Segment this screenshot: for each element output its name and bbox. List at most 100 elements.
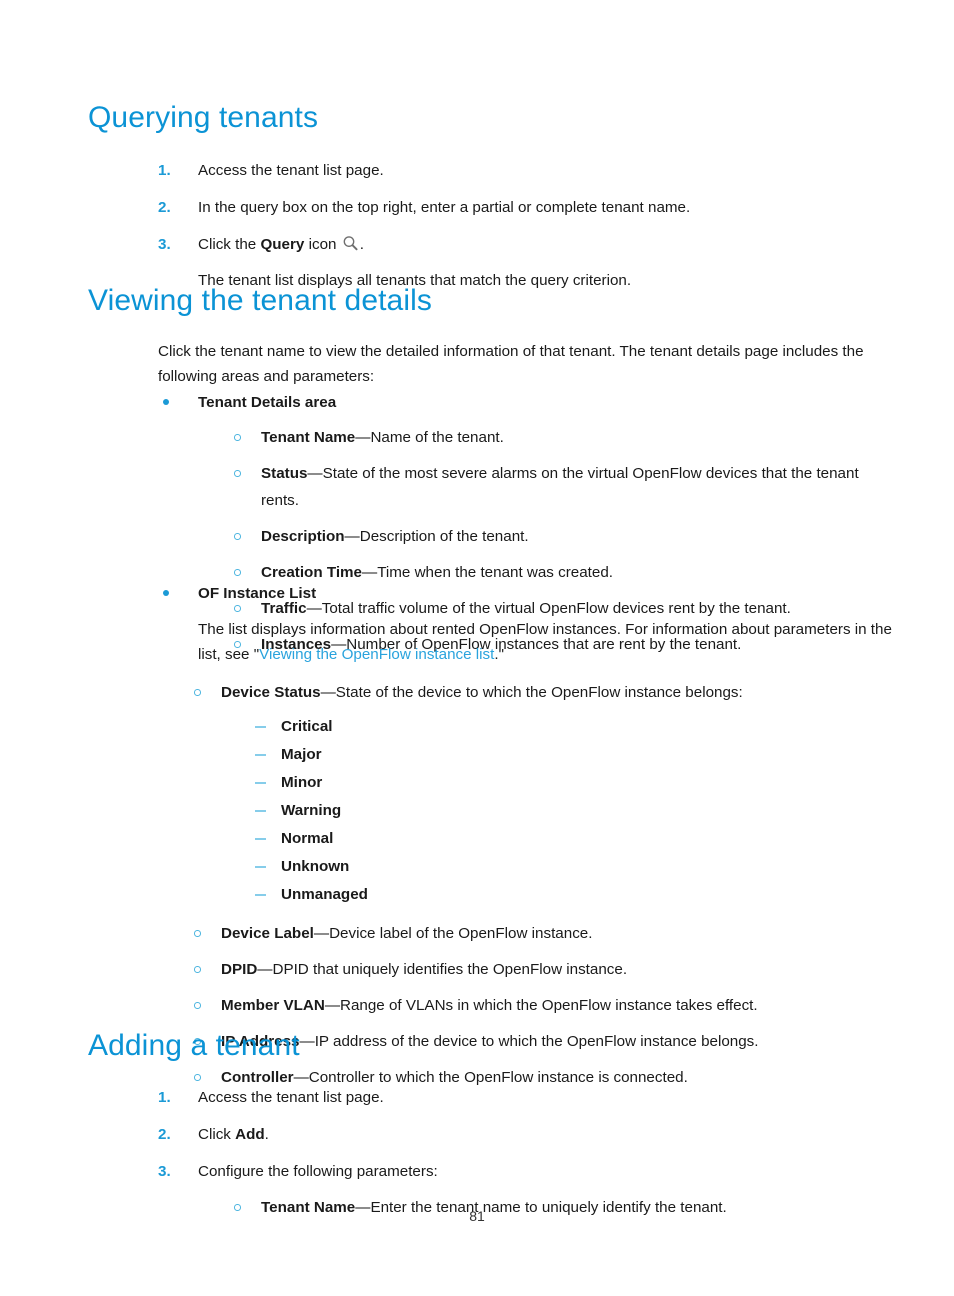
list-item: Major xyxy=(242,741,898,768)
list-item: OF Instance List xyxy=(158,580,898,607)
param-desc: Device label of the OpenFlow instance. xyxy=(329,925,593,942)
circle-bullet-icon xyxy=(194,1074,201,1081)
param-desc: Time when the tenant was created. xyxy=(377,564,614,581)
param-desc: State of the most severe alarms on the v… xyxy=(261,465,859,509)
param-dash: — xyxy=(307,465,323,482)
status-value: Minor xyxy=(281,774,323,791)
query-button-label: Query xyxy=(260,236,305,253)
param-dash: — xyxy=(362,564,378,581)
param-desc: DPID that uniquely identifies the OpenFl… xyxy=(272,961,628,978)
param-term: Device Status xyxy=(221,684,321,701)
circle-bullet-icon xyxy=(194,966,201,973)
param-term: Tenant Name xyxy=(261,429,356,446)
add-button-label: Add xyxy=(235,1126,265,1143)
circle-bullet-icon xyxy=(194,930,201,937)
step-tail-text: . xyxy=(264,1126,269,1143)
heading-viewing-tenant-details: Viewing the tenant details xyxy=(88,284,432,317)
list-marker: 3. xyxy=(158,1163,171,1180)
param-dash: — xyxy=(320,684,336,701)
of-instance-list-intro: The list displays information about rent… xyxy=(198,617,904,667)
list-item: Critical xyxy=(242,713,898,740)
param-term: Member VLAN xyxy=(221,997,325,1014)
list-item: 1. Access the tenant list page. xyxy=(158,157,898,184)
list-item-text: Access the tenant list page. xyxy=(198,162,384,179)
param-dash: — xyxy=(355,429,371,446)
bullet-icon xyxy=(163,590,169,596)
search-icon xyxy=(342,234,359,251)
step-tail-text: . xyxy=(359,236,364,253)
list-item-text: In the query box on the top right, enter… xyxy=(198,199,691,216)
list-marker: 3. xyxy=(158,236,171,253)
link-viewing-openflow-instance-list[interactable]: Viewing the OpenFlow instance list xyxy=(259,646,494,663)
list-item: 1. Access the tenant list page. xyxy=(158,1084,898,1111)
list-item: Unknown xyxy=(242,853,898,880)
dash-bullet-icon xyxy=(255,782,266,784)
status-value: Critical xyxy=(281,718,333,735)
list-item-text: Configure the following parameters: xyxy=(198,1163,438,1180)
list-item-text: Access the tenant list page. xyxy=(198,1089,384,1106)
param-dash: — xyxy=(299,1033,315,1050)
param-dash: — xyxy=(324,997,340,1014)
list-item: Warning xyxy=(242,797,898,824)
circle-bullet-icon xyxy=(234,569,241,576)
of-instance-remaining-params: Device Label—Device label of the OpenFlo… xyxy=(180,920,898,1091)
heading-querying-tenants: Querying tenants xyxy=(88,101,319,134)
querying-tenants-steps: 1. Access the tenant list page. 2. In th… xyxy=(158,157,898,294)
list-marker: 2. xyxy=(158,1126,171,1143)
list-marker: 1. xyxy=(158,162,171,179)
status-value: Normal xyxy=(281,830,334,847)
list-item: DPID—DPID that uniquely identifies the O… xyxy=(180,956,898,983)
list-item: Status—State of the most severe alarms o… xyxy=(220,460,898,514)
page-number: 81 xyxy=(469,1208,485,1224)
viewing-tenant-details-intro: Click the tenant name to view the detail… xyxy=(158,343,864,385)
param-term: Creation Time xyxy=(261,564,362,581)
list-item: Normal xyxy=(242,825,898,852)
intro-after-text: ." xyxy=(494,646,504,663)
param-term: Description xyxy=(261,528,345,545)
param-dash: — xyxy=(257,961,273,978)
step-suffix-text: icon xyxy=(304,236,341,253)
circle-bullet-icon xyxy=(234,533,241,540)
of-instance-list-group: OF Instance List The list displays infor… xyxy=(158,580,898,1100)
param-term: DPID xyxy=(221,961,258,978)
document-page: Querying tenants 1. Access the tenant li… xyxy=(0,0,954,1296)
list-item: 2. Click Add. xyxy=(158,1121,898,1148)
list-item: Description—Description of the tenant. xyxy=(220,523,898,550)
dash-bullet-icon xyxy=(255,894,266,896)
dash-bullet-icon xyxy=(255,866,266,868)
list-item: Device Label—Device label of the OpenFlo… xyxy=(180,920,898,947)
circle-bullet-icon xyxy=(234,434,241,441)
dash-bullet-icon xyxy=(255,726,266,728)
list-item: Minor xyxy=(242,769,898,796)
heading-adding-a-tenant: Adding a tenant xyxy=(88,1029,300,1062)
list-item: 2. In the query box on the top right, en… xyxy=(158,194,898,221)
status-value: Major xyxy=(281,746,322,763)
param-desc: Range of VLANs in which the OpenFlow ins… xyxy=(340,997,758,1014)
dash-bullet-icon xyxy=(255,838,266,840)
device-status-values: Critical Major Minor Warning Normal Unkn… xyxy=(242,713,898,908)
bullet-icon xyxy=(163,399,169,405)
status-value: Unmanaged xyxy=(281,886,368,903)
dash-bullet-icon xyxy=(255,810,266,812)
param-desc: Description of the tenant. xyxy=(359,528,529,545)
list-marker: 2. xyxy=(158,199,171,216)
param-term: Device Label xyxy=(221,925,314,942)
list-marker: 1. xyxy=(158,1089,171,1106)
dash-bullet-icon xyxy=(255,754,266,756)
tenant-details-area-label: Tenant Details area xyxy=(198,394,337,411)
param-term: Status xyxy=(261,465,308,482)
status-value: Unknown xyxy=(281,858,350,875)
status-value: Warning xyxy=(281,802,342,819)
circle-bullet-icon xyxy=(194,689,201,696)
step-prefix-text: Click xyxy=(198,1126,236,1143)
circle-bullet-icon xyxy=(234,470,241,477)
circle-bullet-icon xyxy=(194,1002,201,1009)
param-dash: — xyxy=(313,925,330,942)
step-prefix-text: Click the xyxy=(198,236,261,253)
param-dash: — xyxy=(344,528,360,545)
param-desc: State of the device to which the OpenFlo… xyxy=(335,684,743,701)
list-item: Tenant Name—Name of the tenant. xyxy=(220,424,898,451)
list-item: Unmanaged xyxy=(242,881,898,908)
list-item: Device Status—State of the device to whi… xyxy=(180,679,898,706)
of-instance-list-label: OF Instance List xyxy=(198,585,317,602)
